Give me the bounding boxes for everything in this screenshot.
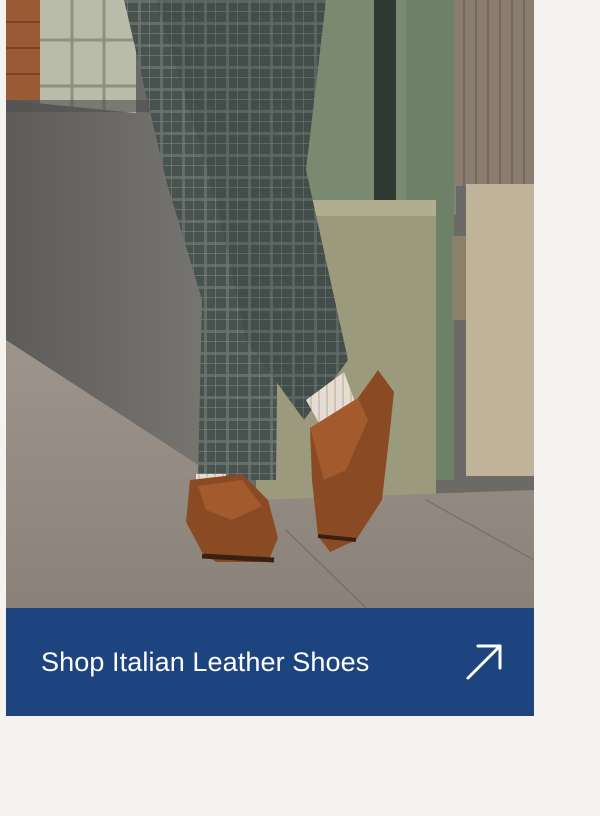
arrow-up-right-icon	[462, 640, 506, 684]
hero-image[interactable]	[6, 0, 534, 608]
shop-italian-leather-shoes-button[interactable]: Shop Italian Leather Shoes	[6, 608, 534, 716]
loafers-photo-illustration	[6, 0, 534, 608]
cta-label: Shop Italian Leather Shoes	[41, 646, 370, 677]
promo-card[interactable]: Shop Italian Leather Shoes	[6, 0, 534, 716]
